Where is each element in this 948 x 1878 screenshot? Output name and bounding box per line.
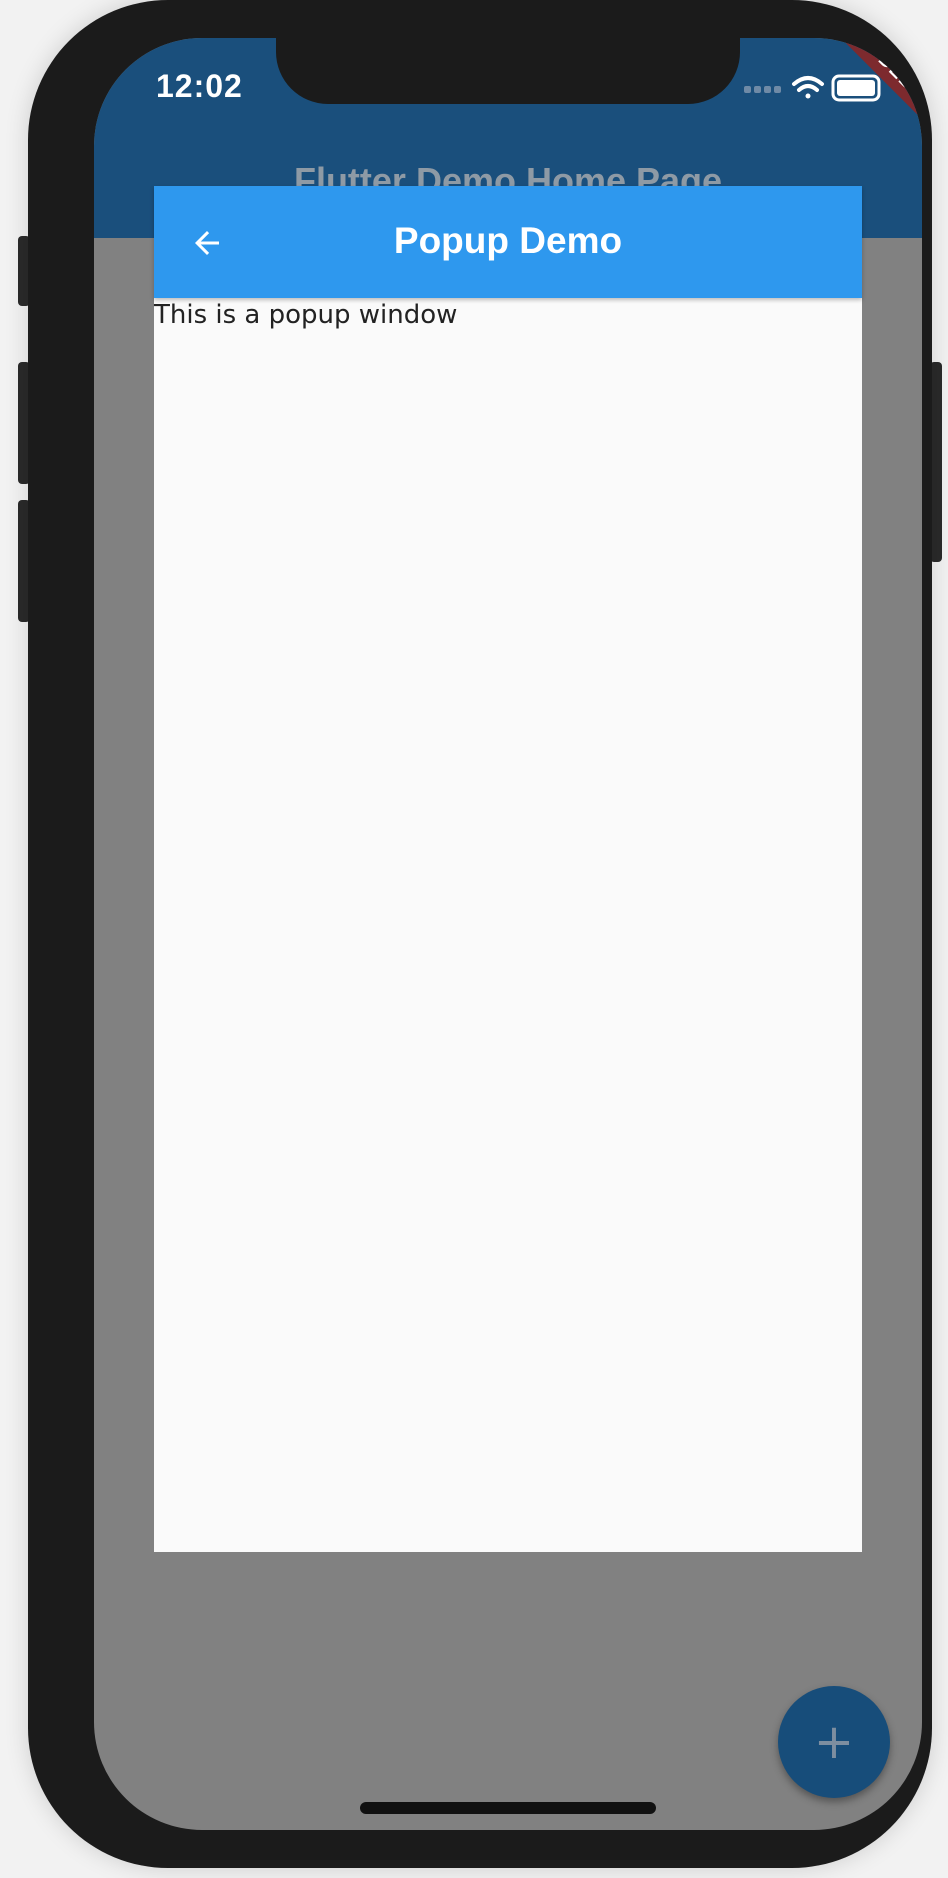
popup-body-text: This is a popup window bbox=[154, 300, 458, 330]
popup-window: Popup Demo This is a popup window bbox=[154, 186, 862, 1552]
home-indicator[interactable] bbox=[360, 1802, 656, 1814]
add-icon: + bbox=[813, 1714, 855, 1770]
debug-label: DEBUG bbox=[836, 38, 922, 154]
popup-title: Popup Demo bbox=[393, 220, 623, 261]
notch bbox=[276, 38, 740, 104]
debug-banner: DEBUG bbox=[772, 38, 922, 188]
status-time: 12:02 bbox=[156, 68, 243, 104]
screen: Flutter Demo Home Page 12:02 DEBUG Popup… bbox=[94, 38, 922, 1830]
popup-app-bar: Popup Demo bbox=[154, 186, 862, 298]
phone-frame: Flutter Demo Home Page 12:02 DEBUG Popup… bbox=[28, 0, 932, 1868]
add-fab-button[interactable]: + bbox=[778, 1686, 890, 1798]
